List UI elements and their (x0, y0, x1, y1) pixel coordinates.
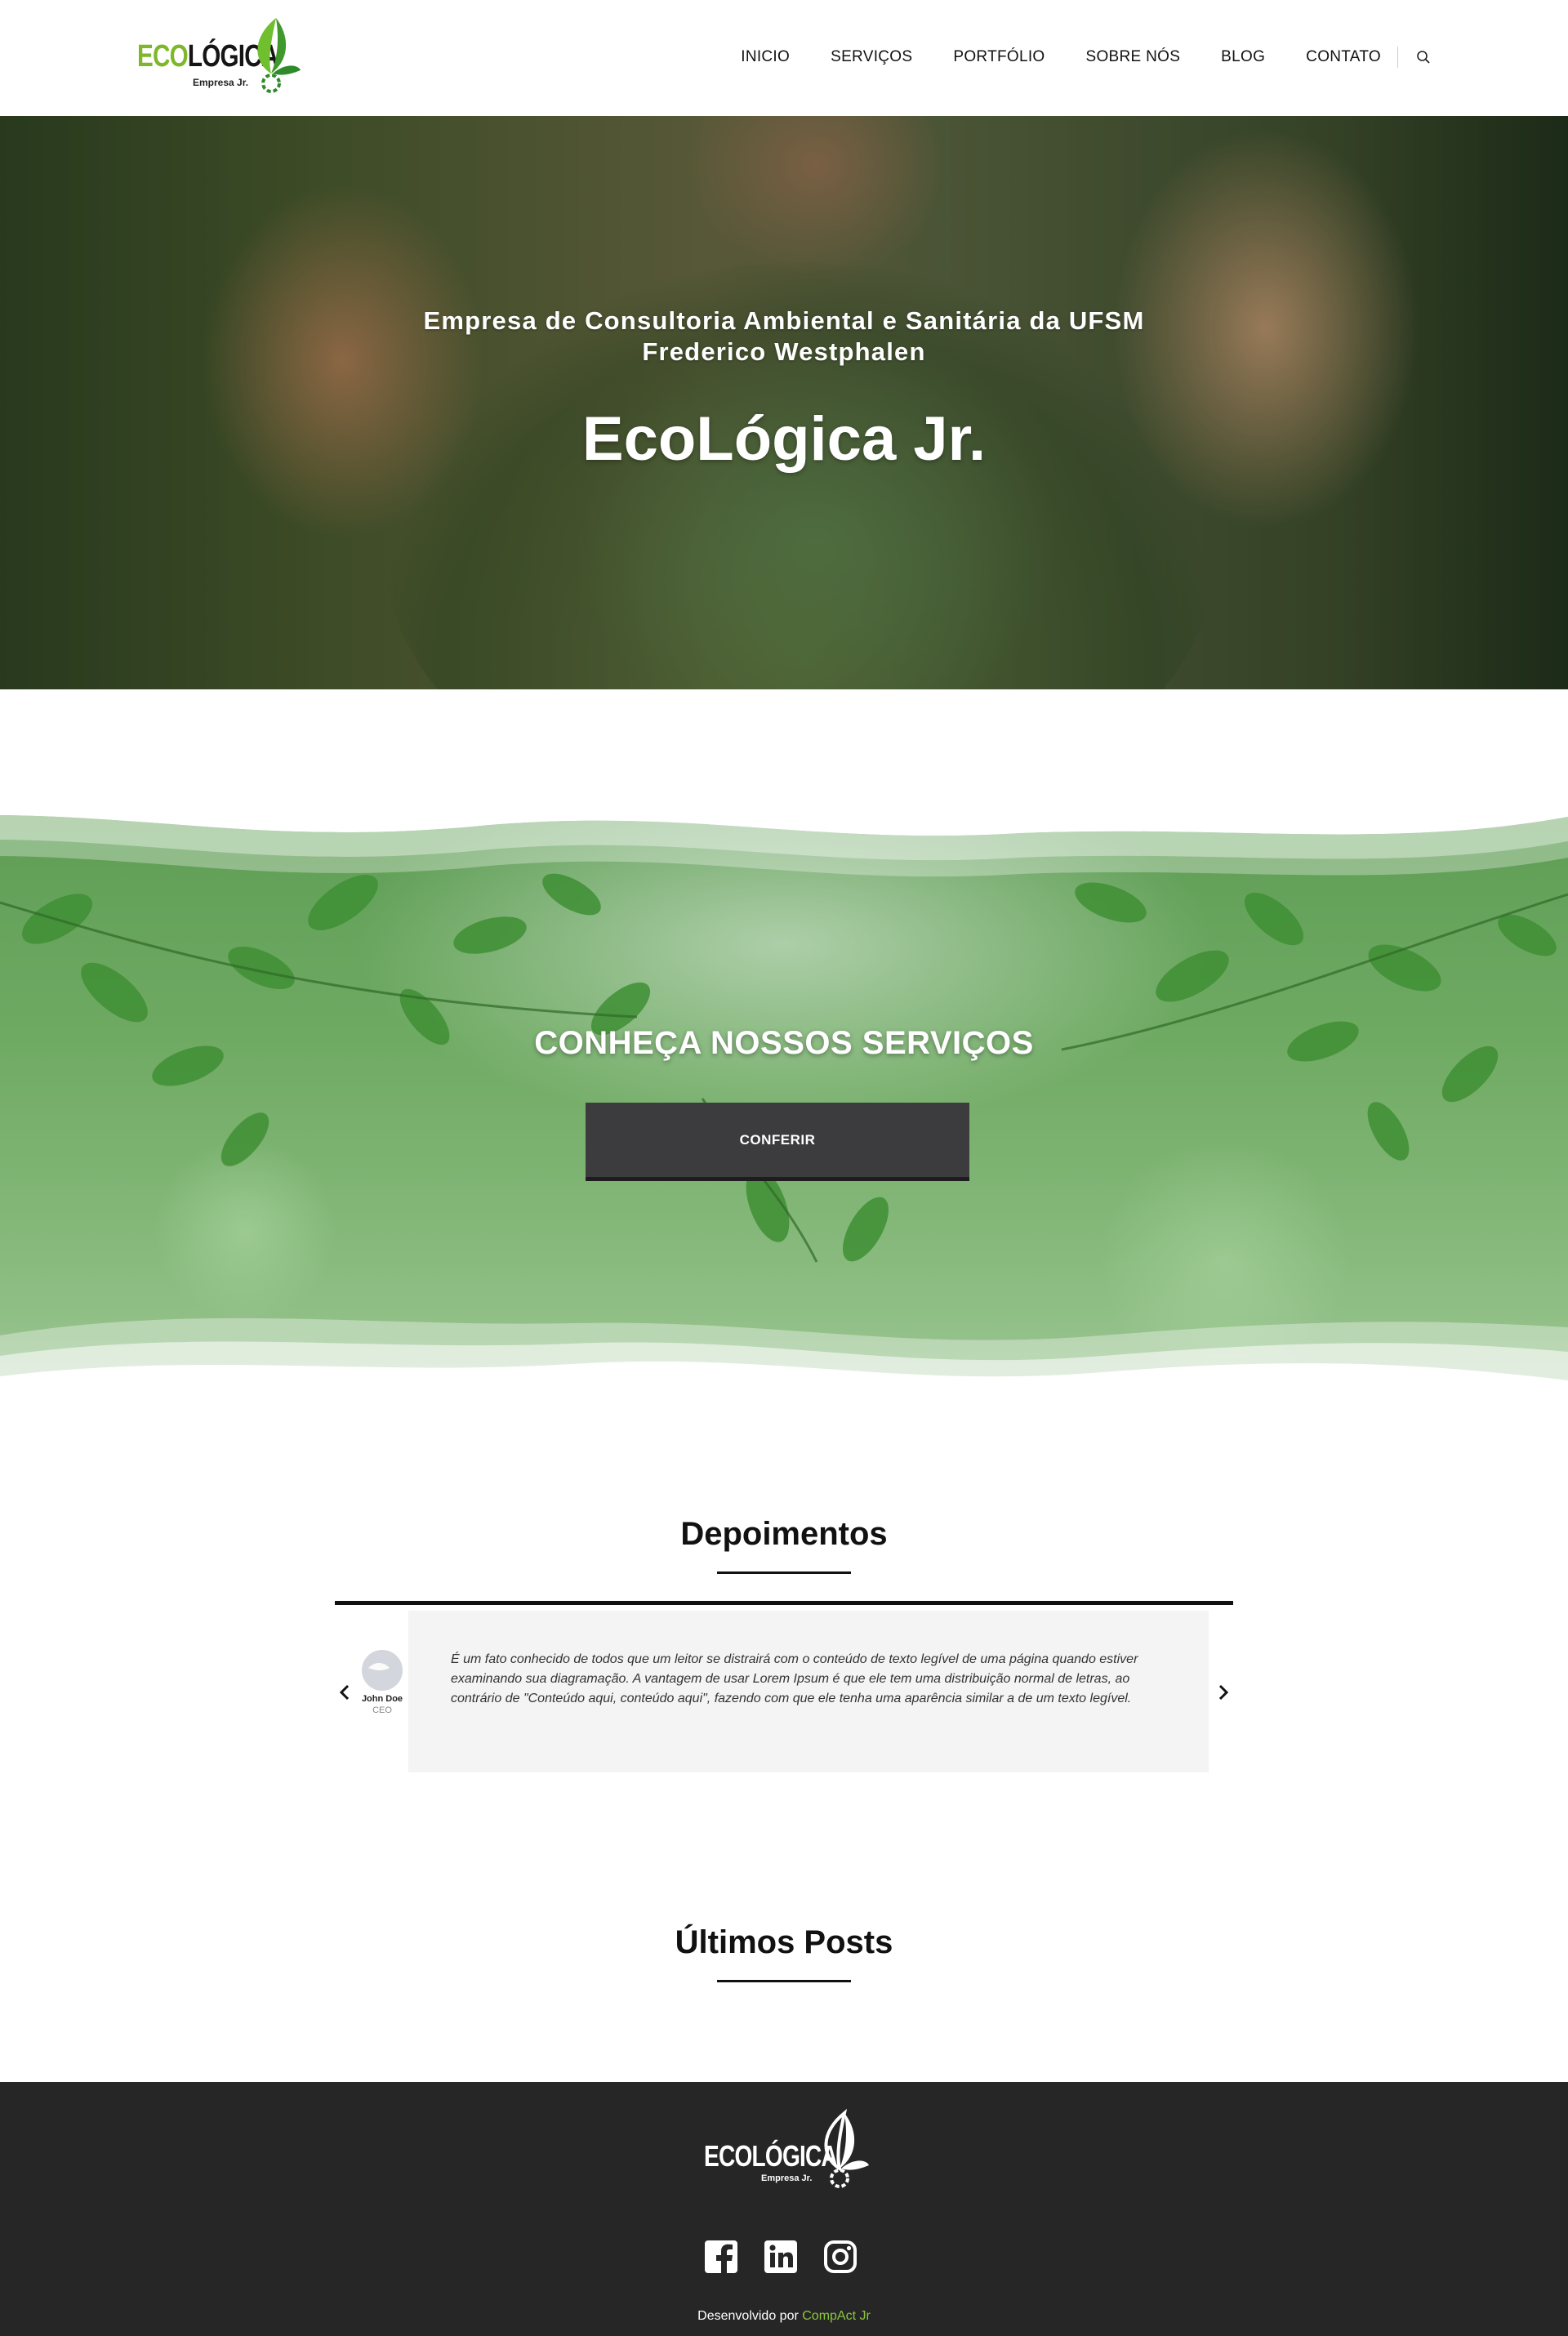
testimonial-text: É um fato conhecido de todos que um leit… (451, 1652, 1138, 1705)
testimonials-heading-underline (717, 1571, 851, 1574)
hero-subtitle: Empresa de Consultoria Ambiental e Sanit… (423, 306, 1145, 366)
nav-item-contato[interactable]: CONTATO (1306, 48, 1381, 66)
linkedin-icon[interactable] (763, 2239, 799, 2275)
nav-item-sobre-nos[interactable]: SOBRE NÓS (1086, 48, 1181, 66)
testimonial-author-name: John Doe (361, 1694, 403, 1704)
nav-item-servicos[interactable]: SERVIÇOS (831, 48, 912, 66)
testimonial-author-role: CEO (372, 1705, 392, 1715)
chevron-right-icon[interactable] (1215, 1681, 1232, 1704)
credit-link[interactable]: CompAct Jr (802, 2309, 871, 2323)
nav-item-inicio[interactable]: INICIO (741, 48, 790, 66)
nav-divider (1397, 47, 1398, 68)
logo-tagline: Empresa Jr. (193, 77, 249, 88)
hero-overlay (0, 116, 1568, 689)
site-footer: ECOLÓGICA Empresa Jr. Desenvolvido por C… (0, 2082, 1568, 2336)
conferir-button[interactable]: CONFERIR (586, 1103, 969, 1181)
facebook-icon[interactable] (703, 2239, 739, 2275)
footer-credit: Desenvolvido por CompAct Jr (0, 2309, 1568, 2324)
chevron-left-icon[interactable] (336, 1681, 353, 1704)
testimonials-top-bar (335, 1601, 1233, 1605)
wave-divider-top (0, 768, 1568, 877)
posts-heading: Últimos Posts (675, 1924, 893, 1960)
search-icon[interactable] (1416, 50, 1431, 65)
testimonial-author: John Doe CEO (358, 1650, 407, 1715)
site-header: ECOLÓGICA Empresa Jr. INICIO SERVIÇOS PO… (0, 0, 1568, 116)
credit-text: Desenvolvido por (697, 2309, 799, 2323)
instagram-icon[interactable] (822, 2239, 858, 2275)
nav-item-portfolio[interactable]: PORTFÓLIO (953, 48, 1045, 66)
avatar-placeholder-icon (362, 1650, 403, 1691)
footer-logo-tagline: Empresa Jr. (761, 2173, 813, 2183)
leaf-icon (257, 18, 301, 93)
site-logo[interactable]: ECOLÓGICA Empresa Jr. (137, 13, 301, 95)
services-title: CONHEÇA NOSSOS SERVIÇOS (534, 1025, 1034, 1061)
footer-logo[interactable]: ECOLÓGICA Empresa Jr. (704, 2108, 869, 2198)
testimonial-card: É um fato conhecido de todos que um leit… (408, 1611, 1209, 1772)
testimonials-heading: Depoimentos (680, 1516, 888, 1552)
hero-title: EcoLógica Jr. (581, 404, 987, 474)
main-nav: INICIO SERVIÇOS PORTFÓLIO SOBRE NÓS BLOG… (741, 42, 1431, 72)
posts-heading-underline (717, 1980, 851, 1982)
leaf-icon (824, 2108, 869, 2188)
hero-banner: Empresa de Consultoria Ambiental e Sanit… (0, 116, 1568, 689)
avatar (362, 1650, 403, 1691)
wave-divider-bottom (0, 1317, 1568, 1409)
nav-item-blog[interactable]: BLOG (1221, 48, 1265, 66)
